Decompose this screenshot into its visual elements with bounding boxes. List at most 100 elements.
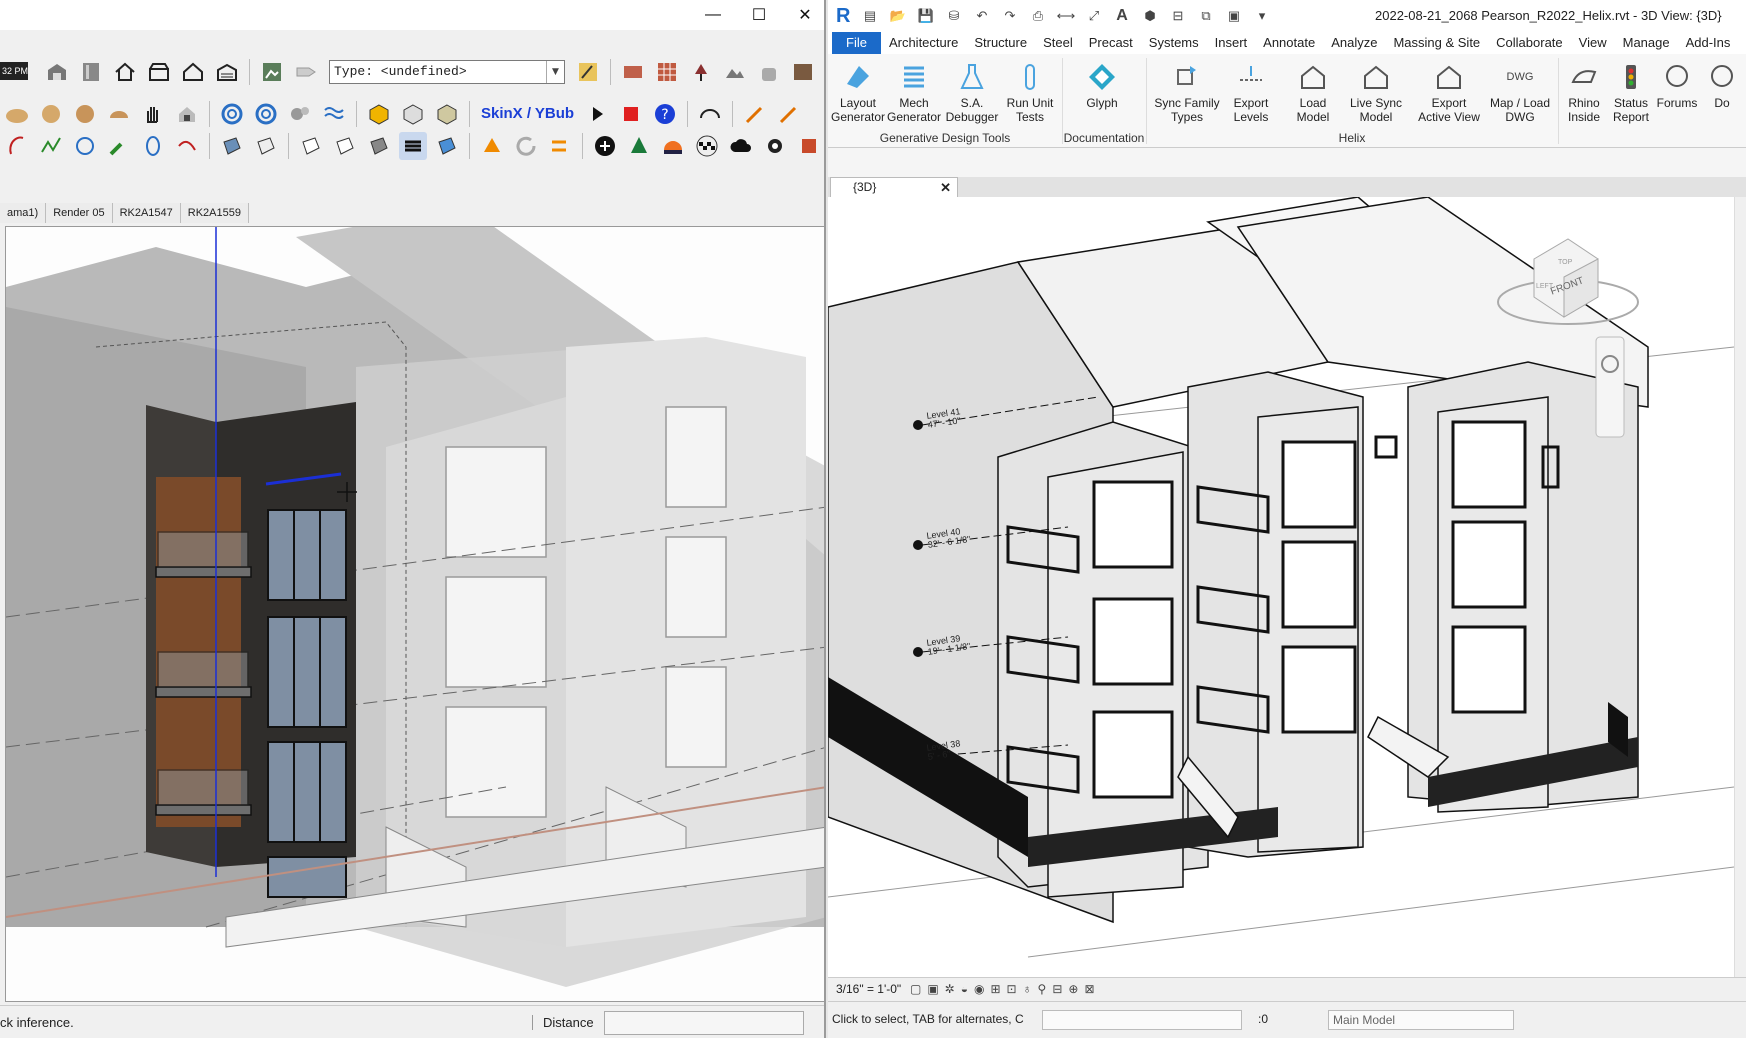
gears-icon[interactable] <box>286 100 314 128</box>
panel-icon[interactable] <box>297 132 325 160</box>
cloud-upload-icon[interactable] <box>727 132 755 160</box>
export-active-view-button[interactable]: Export Active View <box>1418 60 1480 124</box>
checker-icon[interactable] <box>693 132 721 160</box>
sphere-icon[interactable] <box>71 100 99 128</box>
hand-icon[interactable] <box>139 100 167 128</box>
view-tab-3d[interactable]: {3D} ✕ <box>830 177 958 197</box>
load-model-button[interactable]: Load Model <box>1282 60 1344 124</box>
docs-button[interactable]: Do <box>1702 60 1742 110</box>
switch-windows-icon[interactable]: ▣ <box>1223 5 1245 27</box>
sync-central-icon[interactable]: ⛁ <box>943 5 965 27</box>
tab-annotate[interactable]: Annotate <box>1255 32 1323 54</box>
view-control-icons[interactable]: ▢▣✲◒◉⊞⊡♁⚲⊟⊕⊠ <box>910 978 1101 1000</box>
open-icon[interactable]: 📂 <box>887 5 909 27</box>
close-button[interactable]: ✕ <box>782 0 824 30</box>
photo-texture-icon[interactable] <box>789 58 817 86</box>
qat-dropdown-icon[interactable]: ▾ <box>1251 5 1273 27</box>
wrench-icon[interactable] <box>105 132 133 160</box>
cube-yellow-icon[interactable] <box>365 100 393 128</box>
brick-icon[interactable] <box>619 58 647 86</box>
sphere-icon[interactable] <box>3 100 31 128</box>
refresh-icon[interactable] <box>512 132 540 160</box>
scene-tab[interactable]: ama1) <box>0 203 47 223</box>
scene-tab[interactable]: RK2A1559 <box>180 203 249 223</box>
bag-icon[interactable] <box>755 58 783 86</box>
sunset-icon[interactable] <box>659 132 687 160</box>
tab-analyze[interactable]: Analyze <box>1323 32 1385 54</box>
layers-icon[interactable] <box>399 132 427 160</box>
live-sync-model-button[interactable]: Live Sync Model <box>1346 60 1406 124</box>
cube-outline-icon[interactable] <box>399 100 427 128</box>
tab-massing-site[interactable]: Massing & Site <box>1385 32 1488 54</box>
play-icon[interactable] <box>583 100 611 128</box>
mech-generator-button[interactable]: Mech Generator <box>886 60 942 124</box>
lock-house-icon[interactable] <box>173 100 201 128</box>
type-select[interactable]: Type: <undefined> ▼ <box>329 60 565 84</box>
panel-blue-icon[interactable] <box>433 132 461 160</box>
tab-add-ins[interactable]: Add-Ins <box>1678 32 1739 54</box>
minimize-button[interactable]: — <box>690 0 736 30</box>
push-pin-icon[interactable] <box>687 58 715 86</box>
arc-icon[interactable] <box>696 100 724 128</box>
wand-icon[interactable] <box>741 100 769 128</box>
face-white-icon[interactable] <box>252 132 280 160</box>
tab-file[interactable]: File <box>832 32 881 54</box>
book-icon[interactable] <box>77 58 105 86</box>
tree-icon[interactable] <box>625 132 653 160</box>
house-outline-icon[interactable] <box>179 58 207 86</box>
redo-icon[interactable]: ↷ <box>999 5 1021 27</box>
glyph-button[interactable]: Glyph <box>1074 60 1130 110</box>
rhino-inside-button[interactable]: Rhino Inside <box>1562 60 1606 124</box>
save-icon[interactable]: 💾 <box>915 5 937 27</box>
tab-structure[interactable]: Structure <box>966 32 1035 54</box>
app-menu-icon[interactable]: ▤ <box>859 5 881 27</box>
export-levels-button[interactable]: Export Levels <box>1226 60 1276 124</box>
chevron-down-icon[interactable]: ▼ <box>546 61 564 83</box>
print-icon[interactable]: ⎙ <box>1027 5 1049 27</box>
scene-tab[interactable]: RK2A1547 <box>112 203 181 223</box>
3d-view-icon[interactable]: ⬢ <box>1139 5 1161 27</box>
warehouse-icon[interactable] <box>43 58 71 86</box>
sync-family-types-button[interactable]: Sync Family Types <box>1150 60 1224 124</box>
box-red-icon[interactable] <box>795 132 823 160</box>
spiral-icon[interactable] <box>252 100 280 128</box>
home-icon[interactable] <box>111 58 139 86</box>
undo-icon[interactable]: ↶ <box>971 5 993 27</box>
polyline-icon[interactable] <box>37 132 65 160</box>
stop-icon[interactable] <box>617 100 645 128</box>
status-report-button[interactable]: Status Report <box>1608 60 1654 124</box>
tab-precast[interactable]: Precast <box>1081 32 1141 54</box>
distance-input[interactable] <box>604 1011 804 1035</box>
panel-icon[interactable] <box>331 132 359 160</box>
help-icon[interactable]: ? <box>651 100 679 128</box>
spiral-icon[interactable] <box>218 100 246 128</box>
workset-select[interactable] <box>1042 1010 1242 1030</box>
section-icon[interactable]: ⊟ <box>1167 5 1189 27</box>
measure-icon[interactable]: ⟷ <box>1055 5 1077 27</box>
fillet-icon[interactable] <box>173 132 201 160</box>
revit-3d-viewport[interactable]: Level 41 47' - 10" Level 40 32' - 6 1/8"… <box>828 197 1734 977</box>
tag-icon[interactable] <box>292 58 320 86</box>
close-icon[interactable]: ✕ <box>940 178 951 197</box>
tab-en[interactable]: En <box>1738 32 1746 54</box>
scene-tab[interactable]: Render 05 <box>46 203 113 223</box>
layout-generator-button[interactable]: Layout Generator <box>830 60 886 124</box>
sa-debugger-button[interactable]: S.A. Debugger <box>944 60 1000 124</box>
thin-lines-icon[interactable]: ⧉ <box>1195 5 1217 27</box>
wave-icon[interactable] <box>320 100 348 128</box>
maximize-button[interactable]: ☐ <box>736 0 782 30</box>
dimension-icon[interactable]: ⤢ <box>1083 5 1105 27</box>
design-option-select[interactable]: Main Model <box>1328 1010 1514 1030</box>
view-scale[interactable]: 3/16" = 1'-0" <box>836 978 901 1000</box>
sphere-icon[interactable] <box>37 100 65 128</box>
tab-architecture[interactable]: Architecture <box>881 32 966 54</box>
tab-view[interactable]: View <box>1571 32 1615 54</box>
skinx-ybub-label[interactable]: SkinX / YBub <box>481 106 574 121</box>
arrows-orange-icon[interactable] <box>546 132 574 160</box>
gear-icon[interactable] <box>761 132 789 160</box>
face-blue-icon[interactable] <box>218 132 246 160</box>
plus-circle-icon[interactable] <box>591 132 619 160</box>
shop-icon[interactable] <box>145 58 173 86</box>
extension-orange-icon[interactable] <box>478 132 506 160</box>
ellipse-icon[interactable] <box>139 132 167 160</box>
